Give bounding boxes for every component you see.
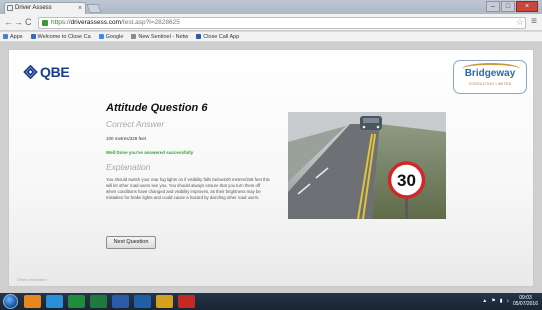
bookmark-item[interactable]: New Sentinel - Netw [131,34,188,40]
volume-icon[interactable]: ♪ [506,298,509,304]
back-arrow-icon[interactable]: ← [4,17,13,27]
system-tray: ▲ ⚑ ▮ ♪ 09:03 05/07/2016 [482,295,538,307]
tab-title: Driver Assess [15,5,52,11]
page-icon [131,34,137,39]
qbe-emblem-icon [23,65,38,79]
explanation-text: You should switch your rear fog lights o… [106,177,270,200]
bookmark-label: New Sentinel - Netw [138,33,189,40]
question-card: QBE Bridgeway CONSULTING LIMITED Attitud… [8,49,534,287]
outlook-icon[interactable] [134,295,151,308]
windows-taskbar: ▲ ⚑ ▮ ♪ 09:03 05/07/2016 [0,293,542,310]
explorer-icon[interactable] [46,295,63,308]
browser-tab[interactable]: Driver Assess × [4,2,86,14]
maximize-button[interactable]: □ [501,1,515,12]
correct-answer-heading: Correct Answer [106,119,165,129]
browser-menu-icon[interactable]: ≡ [531,16,537,27]
flag-icon[interactable]: ⚑ [491,298,495,304]
globe-icon [30,34,36,39]
address-bar[interactable]: https://driverassess.com/test.asp?l=2828… [38,17,526,29]
qbe-logo-text: QBE [40,64,70,80]
forward-arrow-icon[interactable]: → [14,17,23,27]
google-icon [98,34,104,39]
tray-arrow-icon[interactable]: ▲ [482,298,487,304]
browser-titlebar: Driver Assess × – □ × [0,0,542,14]
bookmark-star-icon[interactable]: ☆ [516,17,524,28]
close-tab-icon[interactable]: × [78,3,82,14]
close-window-button[interactable]: × [516,1,538,12]
pdf-icon[interactable] [178,295,195,308]
clock-date: 05/07/2016 [512,301,538,307]
chrome-icon[interactable] [68,295,85,308]
new-tab-button[interactable] [86,4,102,13]
network-icon[interactable]: ▮ [500,298,503,304]
url-host: driverassess.com [70,19,122,26]
reload-icon[interactable]: C [25,17,32,27]
excel-icon[interactable] [90,295,107,308]
speed-limit-sign: 30 [397,171,416,190]
page-favicon-icon [7,5,13,11]
bridgeway-name: Bridgeway [464,68,516,79]
page-viewport: QBE Bridgeway CONSULTING LIMITED Attitud… [0,42,542,293]
bridgeway-logo: Bridgeway CONSULTING LIMITED [453,60,527,94]
apps-grid-icon [3,34,8,39]
bridgeway-tagline: CONSULTING LIMITED [468,82,512,86]
url-path: /test.asp?l=2828625 [121,19,180,26]
qbe-logo: QBE [23,64,70,80]
folder-icon[interactable] [156,295,173,308]
correct-answer-text: 100 metres/328 feet [106,136,147,141]
word-icon[interactable] [112,295,129,308]
app-icon [196,34,202,39]
result-message: Well Done you've answered successfully [106,150,194,155]
firefox-icon[interactable] [24,295,41,308]
foggy-road-photo: 30 [288,112,446,219]
lock-icon [42,20,48,26]
page-title: Attitude Question 6 [106,102,208,114]
bookmark-label: Apps [10,33,23,40]
window-controls: – □ × [486,1,538,12]
bookmark-label: Google [105,33,124,40]
bookmark-item[interactable]: Close Call App [196,34,239,40]
browser-toolbar: ← → C https://driverassess.com/test.asp?… [0,14,542,31]
bookmark-label: Close Call App [203,33,240,40]
explanation-heading: Explanation [106,162,151,172]
footer-text: Drivers Information [17,278,47,282]
bookmark-item[interactable]: Google [98,33,124,40]
bookmark-label: Welcome to Close Ca [37,33,91,40]
bookmarks-bar: Apps Welcome to Close Ca Google New Sentine… [0,32,542,42]
clock[interactable]: 09:03 05/07/2016 [513,295,538,307]
url-scheme: https:// [51,19,71,26]
bookmark-item[interactable]: Apps [3,34,23,40]
next-question-button[interactable]: Next Question [106,236,156,249]
minimize-button[interactable]: – [486,1,500,12]
bookmark-item[interactable]: Welcome to Close Ca [30,33,91,40]
start-button[interactable] [3,294,18,309]
